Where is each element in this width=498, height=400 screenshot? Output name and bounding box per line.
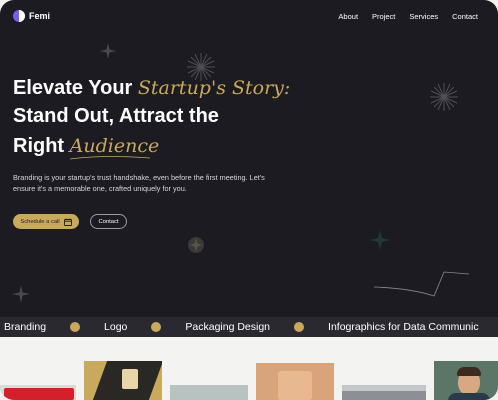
- marquee-item: Packaging Design: [185, 321, 271, 333]
- underline-flourish: [69, 156, 151, 160]
- portfolio-thumbnail[interactable]: [0, 385, 76, 400]
- starburst-icon: [430, 83, 458, 111]
- portfolio-gallery: [0, 337, 498, 400]
- headline-text: Right: [13, 135, 70, 157]
- nav-links: About Project Services Contact: [338, 12, 478, 21]
- bullet-dot: [70, 322, 81, 332]
- portfolio-thumbnail[interactable]: [170, 385, 248, 400]
- logo-mark-icon: [13, 10, 25, 22]
- services-marquee: Branding Logo Packaging Design Infograph…: [0, 317, 498, 337]
- sparkle-icon: [12, 285, 30, 303]
- portfolio-thumbnail[interactable]: [342, 385, 426, 400]
- swoosh-line: [373, 271, 470, 297]
- nav-link-contact[interactable]: Contact: [452, 12, 478, 21]
- headline-script-text: Startup's Story:: [137, 77, 291, 99]
- schedule-call-label: Schedule a call: [20, 218, 60, 225]
- brand-name: Femi: [29, 11, 51, 21]
- hero-description: Branding is your startup's trust handsha…: [13, 173, 265, 193]
- marquee-item: Branding: [4, 321, 47, 333]
- bullet-dot: [151, 322, 162, 332]
- nav-link-project[interactable]: Project: [372, 12, 395, 21]
- page-frame: Femi About Project Services Contact Elev…: [0, 0, 498, 400]
- flower-icon: [188, 237, 204, 253]
- marquee-item: Infographics for Data Communic: [328, 321, 479, 333]
- nav-link-about[interactable]: About: [338, 12, 358, 21]
- logo[interactable]: Femi: [13, 10, 50, 22]
- bullet-dot: [294, 322, 305, 332]
- top-nav: Femi About Project Services Contact: [0, 0, 498, 34]
- nav-link-services[interactable]: Services: [409, 12, 438, 21]
- headline-text: Elevate Your: [13, 77, 138, 99]
- schedule-call-button[interactable]: Schedule a call: [13, 214, 79, 229]
- portfolio-thumbnail[interactable]: [84, 361, 162, 400]
- marquee-item: Logo: [104, 321, 128, 333]
- hero-headline-line-1: Elevate Your Startup's Story:: [13, 77, 290, 100]
- portfolio-thumbnail[interactable]: [434, 361, 498, 400]
- hero-headline-line-2: Stand Out, Attract the: [13, 105, 219, 127]
- portfolio-thumbnail[interactable]: [256, 363, 334, 400]
- sparkle-icon: [370, 230, 390, 250]
- contact-button[interactable]: Contact: [90, 214, 127, 229]
- sparkle-icon: [100, 43, 116, 59]
- calendar-icon: [63, 218, 72, 226]
